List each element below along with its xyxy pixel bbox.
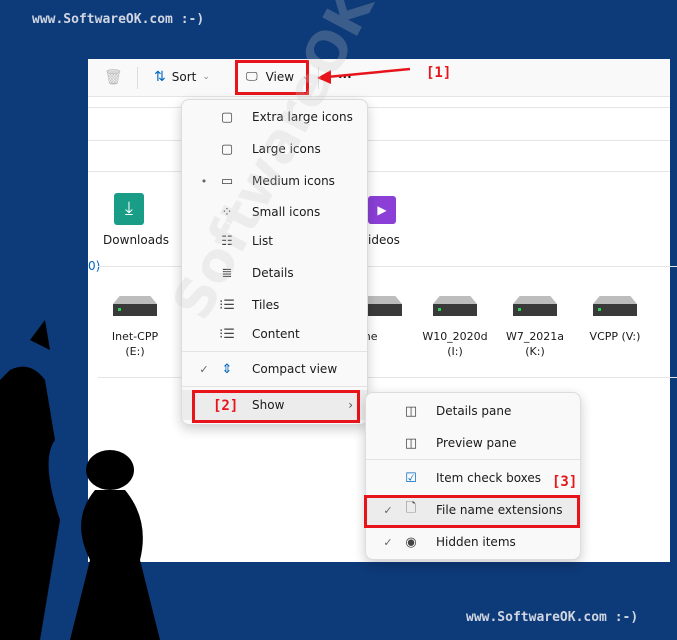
content-icon: ⁝☰ — [219, 326, 235, 342]
annotation-1: [1] — [426, 65, 452, 81]
preview-pane-icon: ◫ — [404, 435, 418, 451]
sort-icon: ⇅ — [154, 69, 166, 85]
highlight-file-name-extensions — [364, 495, 580, 528]
drive-label[interactable]: W10_2020d (I:) — [415, 329, 495, 359]
downloads-folder-icon[interactable]: ⤓ — [114, 193, 144, 225]
annotation-2: [2] — [213, 398, 239, 414]
watermark-top: www.SoftwareOK.com :-) — [32, 12, 205, 27]
videos-folder-icon[interactable]: ▶ — [368, 196, 396, 224]
dancing-figures-image — [0, 320, 160, 640]
compact-icon: ⇕ — [221, 361, 233, 377]
eye-icon: ◉ — [405, 534, 417, 550]
menu-item-compact-view[interactable]: ✓ ⇕ Compact view — [182, 354, 367, 384]
downloads-label[interactable]: Downloads — [96, 233, 176, 247]
drive-label[interactable]: VCPP (V:) — [575, 329, 655, 344]
drive-icon[interactable] — [593, 296, 637, 318]
menu-item-details-pane[interactable]: ◫ Details pane — [366, 396, 580, 426]
monitor-icon: ▢ — [220, 141, 234, 157]
drive-icon[interactable] — [513, 296, 557, 318]
chevron-down-icon: ⌄ — [202, 72, 210, 82]
drive-label[interactable]: W7_2021a (K:) — [495, 329, 575, 359]
annotation-3: [3] — [552, 474, 578, 490]
drive-icon[interactable] — [113, 296, 157, 318]
monitor-icon: ▢ — [220, 109, 234, 125]
menu-item-item-check-boxes[interactable]: ☑ Item check boxes — [366, 463, 580, 493]
sort-button[interactable]: ⇅ Sort ⌄ — [154, 69, 210, 85]
watermark-bottom: www.SoftwareOK.com :-) — [466, 610, 639, 625]
delete-icon[interactable]: 🗑 — [104, 68, 123, 86]
sort-label: Sort — [171, 70, 197, 84]
details-pane-icon: ◫ — [404, 403, 418, 419]
show-submenu: ◫ Details pane ◫ Preview pane ☑ Item check … — [365, 392, 581, 560]
menu-item-preview-pane[interactable]: ◫ Preview pane — [366, 428, 580, 458]
menu-item-hidden-items[interactable]: ✓ ◉ Hidden items — [366, 527, 580, 557]
videos-label[interactable]: ideos — [368, 233, 400, 247]
drive-icon[interactable] — [433, 296, 477, 318]
checkbox-icon: ☑ — [405, 470, 417, 486]
